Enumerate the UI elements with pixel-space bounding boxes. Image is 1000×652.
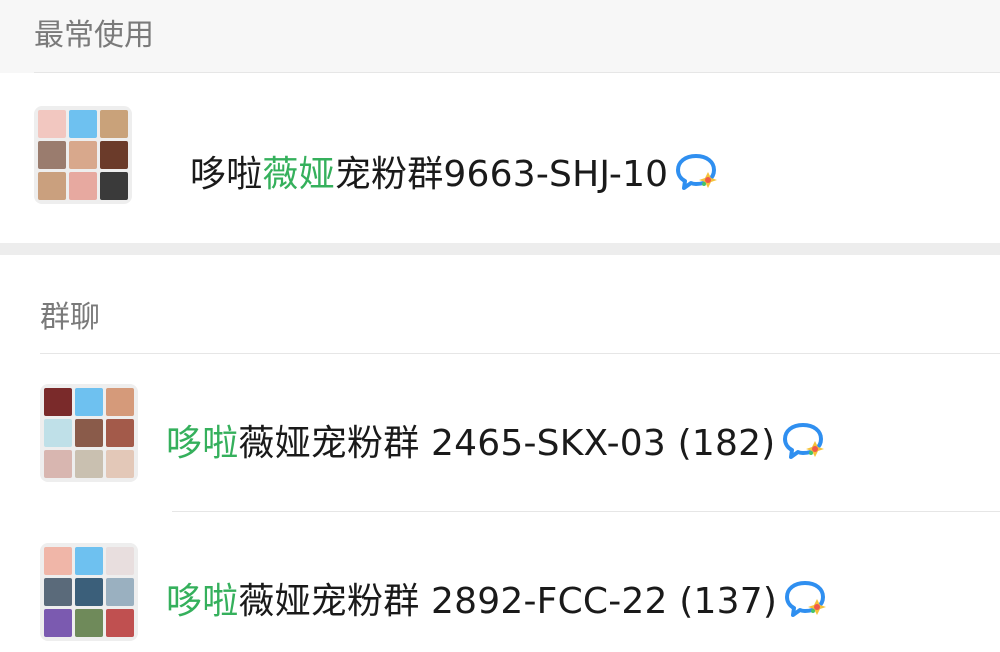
avatar-tile xyxy=(106,388,134,416)
avatar-tile xyxy=(100,110,128,138)
chat-bubble-icon xyxy=(676,154,718,190)
avatar-tile xyxy=(75,578,103,606)
search-highlight: 哆啦 xyxy=(166,423,239,464)
search-highlight: 哆啦 xyxy=(166,581,239,622)
avatar-tile xyxy=(75,419,103,447)
avatar-tile xyxy=(44,450,72,478)
avatar-tile xyxy=(69,141,97,169)
section-title-recent: 最常使用 xyxy=(34,18,154,53)
avatar-tile xyxy=(106,578,134,606)
avatar-tile xyxy=(38,141,66,169)
search-highlight: 薇娅 xyxy=(262,154,335,195)
group-avatar xyxy=(40,384,138,482)
avatar-tile xyxy=(106,419,134,447)
chat-name-suffix: 薇娅宠粉群 2892-FCC-22 (137) xyxy=(238,581,778,622)
avatar-tile xyxy=(106,450,134,478)
avatar-tile xyxy=(75,388,103,416)
avatar-tile xyxy=(100,172,128,200)
avatar-tile xyxy=(44,419,72,447)
section-title-groups: 群聊 xyxy=(40,300,100,335)
chat-name-suffix: 宠粉群9663-SHJ-10 xyxy=(334,154,669,195)
chat-bubble-icon xyxy=(783,423,825,459)
section-header-recent: 最常使用 xyxy=(0,0,1000,74)
chat-row-recent-0[interactable]: 哆啦薇娅宠粉群9663-SHJ-10 xyxy=(0,73,1000,243)
avatar-tile xyxy=(75,547,103,575)
chat-row-group-0[interactable]: 哆啦薇娅宠粉群 2465-SKX-03 (182) xyxy=(0,354,1000,511)
avatar-tile xyxy=(44,388,72,416)
avatar-tile xyxy=(106,547,134,575)
avatar-tile xyxy=(38,172,66,200)
avatar-tile xyxy=(44,547,72,575)
chat-name: 哆啦薇娅宠粉群 2465-SKX-03 (182) xyxy=(166,414,827,466)
chat-name: 哆啦薇娅宠粉群9663-SHJ-10 xyxy=(190,145,720,197)
avatar-tile xyxy=(69,110,97,138)
chat-name-prefix: 哆啦 xyxy=(190,154,263,195)
section-separator xyxy=(0,243,1000,255)
chat-bubble-icon xyxy=(785,581,827,617)
chat-name: 哆啦薇娅宠粉群 2892-FCC-22 (137) xyxy=(166,572,829,624)
group-avatar xyxy=(34,106,132,204)
avatar-tile xyxy=(100,141,128,169)
avatar-tile xyxy=(44,609,72,637)
section-header-groups: 群聊 xyxy=(0,256,1000,354)
avatar-tile xyxy=(106,609,134,637)
chat-name-suffix: 薇娅宠粉群 2465-SKX-03 (182) xyxy=(238,423,776,464)
chat-row-group-1[interactable]: 哆啦薇娅宠粉群 2892-FCC-22 (137) xyxy=(0,512,1000,652)
avatar-tile xyxy=(75,450,103,478)
avatar-tile xyxy=(75,609,103,637)
avatar-tile xyxy=(38,110,66,138)
group-avatar xyxy=(40,543,138,641)
avatar-tile xyxy=(69,172,97,200)
avatar-tile xyxy=(44,578,72,606)
